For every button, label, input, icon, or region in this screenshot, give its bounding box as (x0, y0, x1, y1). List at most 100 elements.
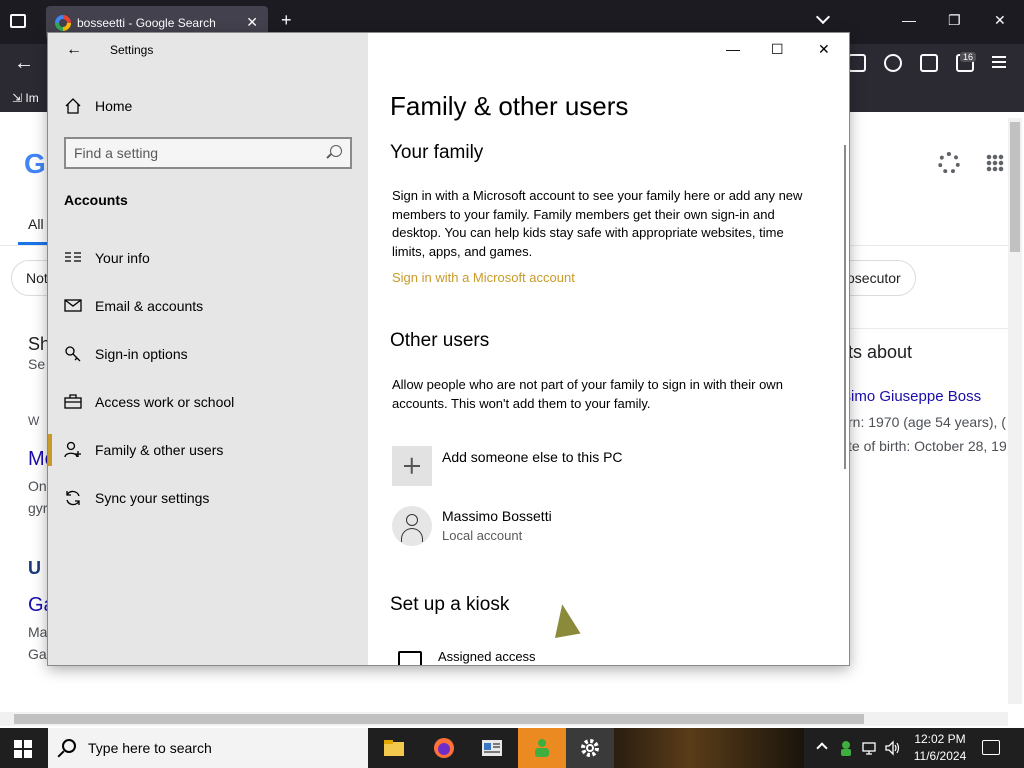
result-snippet: On (28, 478, 47, 494)
taskbar-app-settings[interactable] (566, 728, 614, 768)
tab-list-icon[interactable] (10, 14, 26, 28)
settings-window: ← Settings Home Accounts Your info Email… (48, 33, 849, 665)
browser-tab-title: bosseetti - Google Search (77, 16, 216, 30)
start-button[interactable] (14, 740, 32, 758)
key-icon (65, 346, 81, 362)
knowledge-panel-name-link[interactable]: ssimo Giuseppe Boss (836, 388, 981, 405)
pocket-icon[interactable] (848, 54, 866, 72)
taskbar-wallpaper-area (614, 728, 804, 768)
briefcase-icon (64, 394, 82, 409)
scrollbar-thumb[interactable] (14, 714, 864, 724)
result-snippet: Ga (28, 646, 47, 662)
section-subtext: Se (28, 356, 46, 372)
nav-item-access-work-school[interactable]: Access work or school (48, 382, 368, 422)
page-title: Family & other users (390, 91, 629, 121)
mail-icon (64, 299, 82, 312)
firefox-icon (434, 738, 454, 758)
settings-content-pane: — ☐ ✕ Family & other users Your family S… (368, 33, 849, 665)
window-title: Settings (110, 43, 154, 57)
taskbar-app-firefox[interactable] (420, 728, 468, 768)
your-family-description: Sign in with a Microsoft account to see … (392, 188, 803, 259)
maximize-button[interactable]: ☐ (771, 41, 784, 58)
nav-item-sign-in-options[interactable]: Sign-in options (48, 334, 368, 374)
nav-item-label: Home (95, 98, 133, 114)
settings-nav-pane: ← Settings Home Accounts Your info Email… (48, 33, 368, 665)
scrollbar-thumb[interactable] (1010, 122, 1020, 252)
gear-icon[interactable] (938, 152, 960, 174)
content-scrollbar[interactable] (844, 145, 846, 469)
notification-icon[interactable] (982, 740, 1000, 755)
new-tab-button[interactable]: + (281, 11, 292, 29)
minimize-button[interactable]: — (726, 41, 740, 57)
google-logo[interactable]: G (24, 148, 46, 180)
extensions-icon[interactable] (920, 54, 938, 72)
browser-maximize-button[interactable]: ❐ (948, 12, 961, 29)
nav-item-sync-settings[interactable]: Sync your settings (48, 478, 368, 518)
taskbar-app-game[interactable] (518, 728, 566, 768)
nav-item-label: Family & other users (95, 442, 224, 458)
chevron-up-icon[interactable] (816, 742, 828, 754)
extension-badge: 16 (960, 52, 977, 62)
volume-icon[interactable] (884, 740, 900, 756)
knowledge-panel-fact: rn: 1970 (age 54 years), ( (848, 414, 1006, 430)
taskbar-app-news[interactable] (468, 728, 516, 768)
result-snippet: gyr (28, 500, 48, 516)
assigned-access-label[interactable]: Assigned access (438, 649, 536, 664)
section-label-accounts: Accounts (64, 192, 128, 208)
site-logo-icon: U (28, 558, 41, 578)
account-icon[interactable] (884, 54, 902, 72)
apps-grid-icon[interactable] (986, 154, 1004, 172)
find-setting-search[interactable] (64, 137, 352, 169)
google-favicon-icon (55, 15, 71, 31)
nav-item-label: Sync your settings (95, 490, 210, 506)
close-button[interactable]: ✕ (818, 41, 830, 58)
sign-in-microsoft-link[interactable]: Sign in with a Microsoft account (392, 270, 575, 285)
divider (848, 328, 1008, 329)
network-icon[interactable] (862, 740, 878, 756)
game-icon (535, 739, 549, 757)
nav-item-email-accounts[interactable]: Email & accounts (48, 286, 368, 326)
your-family-heading: Your family (390, 142, 484, 163)
browser-minimize-button[interactable]: — (902, 12, 916, 28)
find-setting-input[interactable] (74, 144, 324, 162)
page-vertical-scrollbar[interactable] (1008, 118, 1022, 704)
news-icon (482, 740, 502, 756)
clock-date[interactable]: 11/6/2024 (904, 749, 976, 763)
nav-item-label: Email & accounts (95, 298, 204, 314)
add-user-button[interactable]: Add someone else to this PC (392, 446, 812, 490)
back-button[interactable]: ← (66, 41, 82, 59)
avatar (392, 506, 432, 546)
assigned-access-icon[interactable] (398, 651, 422, 665)
nav-item-label: Sign-in options (95, 346, 188, 362)
taskbar-search[interactable]: Type here to search (48, 728, 368, 768)
hamburger-menu-icon[interactable] (992, 56, 1006, 68)
chevron-down-icon[interactable] (815, 9, 831, 25)
search-icon[interactable] (330, 145, 342, 157)
tab-close-icon[interactable]: ✕ (246, 14, 258, 31)
other-users-heading: Other users (390, 330, 490, 351)
contact-card-icon (65, 252, 81, 262)
clock-time[interactable]: 12:02 PM (904, 732, 976, 746)
back-arrow-icon[interactable]: ← (14, 52, 34, 75)
home-icon (65, 98, 81, 114)
search-icon (62, 739, 76, 753)
user-account-row[interactable]: Massimo Bossetti Local account (392, 506, 812, 550)
add-person-icon (64, 441, 81, 458)
add-user-label: Add someone else to this PC (442, 449, 623, 465)
browser-close-button[interactable]: ✕ (994, 12, 1006, 29)
tray-app-icon[interactable] (838, 740, 854, 756)
nav-item-family-other-users[interactable]: Family & other users (48, 430, 368, 470)
settings-gear-icon (581, 739, 599, 757)
page-horizontal-scrollbar[interactable] (0, 712, 1008, 726)
nav-item-home[interactable]: Home (48, 86, 368, 126)
sync-icon (66, 490, 80, 506)
nav-item-your-info[interactable]: Your info (48, 238, 368, 278)
import-bookmarks-link[interactable]: ⇲ Im (12, 91, 39, 105)
nav-item-label: Access work or school (95, 394, 235, 410)
nav-item-label: Your info (95, 250, 150, 266)
kiosk-heading: Set up a kiosk (390, 594, 510, 615)
taskbar-app-file-explorer[interactable] (370, 728, 418, 768)
section-heading: Sh (28, 334, 51, 354)
knowledge-panel-heading: ts about (848, 342, 913, 362)
tab-all[interactable]: All (28, 216, 44, 232)
